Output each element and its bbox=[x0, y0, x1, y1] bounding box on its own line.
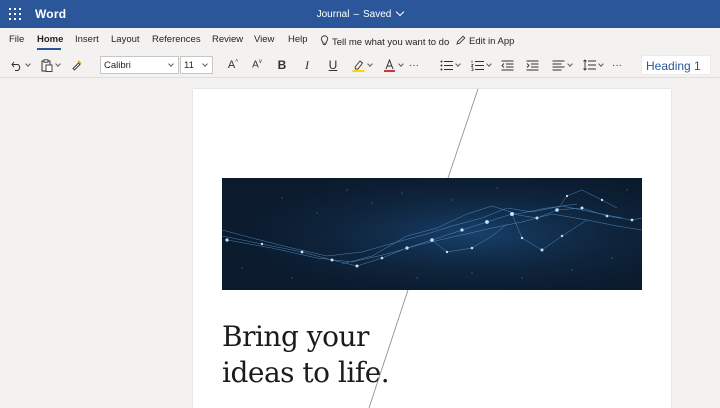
undo-button[interactable] bbox=[8, 56, 32, 74]
tell-me-label: Tell me what you want to do bbox=[332, 37, 450, 48]
tab-references[interactable]: References bbox=[152, 34, 201, 45]
format-painter-icon bbox=[72, 60, 82, 71]
line-spacing-button[interactable] bbox=[580, 56, 606, 74]
highlighter-icon bbox=[352, 59, 365, 72]
save-status: Saved bbox=[363, 9, 392, 20]
menu-bar: File Home Insert Layout References Revie… bbox=[0, 28, 720, 52]
format-painter-button[interactable] bbox=[68, 56, 86, 74]
font-name-value: Calibri bbox=[104, 59, 131, 71]
more-paragraph-options-button[interactable]: ··· bbox=[609, 56, 625, 74]
document-name: Journal bbox=[316, 9, 350, 20]
edit-in-app-label: Edit in App bbox=[469, 36, 515, 47]
ribbon-toolbar: Calibri 11 A^ Av B I U ··· ··· bbox=[0, 52, 720, 78]
chevron-down-icon bbox=[202, 61, 208, 67]
font-name-dropdown[interactable]: Calibri bbox=[100, 56, 179, 74]
decrease-indent-icon bbox=[500, 60, 513, 70]
font-color-icon bbox=[384, 58, 395, 72]
tab-view[interactable]: View bbox=[254, 34, 274, 45]
more-font-options-button[interactable]: ··· bbox=[406, 56, 422, 74]
bold-button[interactable]: B bbox=[274, 56, 290, 74]
chevron-down-icon bbox=[367, 61, 373, 67]
font-size-value: 11 bbox=[184, 59, 194, 71]
increase-indent-icon bbox=[526, 60, 538, 70]
numbering-button[interactable] bbox=[468, 56, 494, 74]
style-gallery-heading-1[interactable]: Heading 1 bbox=[641, 55, 711, 75]
tab-insert[interactable]: Insert bbox=[75, 34, 99, 45]
chevron-down-icon bbox=[24, 61, 31, 67]
headline-line-2: ideas to life. bbox=[222, 356, 390, 389]
font-color-button[interactable] bbox=[380, 56, 406, 74]
italic-button[interactable]: I bbox=[299, 56, 315, 74]
font-size-dropdown[interactable]: 11 bbox=[180, 56, 213, 74]
tab-layout[interactable]: Layout bbox=[111, 34, 140, 45]
bullet-list-icon bbox=[440, 60, 453, 70]
network-graphic bbox=[222, 178, 642, 290]
tell-me-search[interactable]: Tell me what you want to do bbox=[320, 34, 449, 48]
title-bar: Word Journal – Saved bbox=[0, 0, 720, 28]
chevron-down-icon bbox=[396, 7, 405, 17]
document-title[interactable]: Journal – Saved bbox=[0, 7, 720, 20]
bullets-button[interactable] bbox=[437, 56, 463, 74]
lightbulb-icon bbox=[320, 35, 329, 46]
chevron-down-icon bbox=[598, 61, 604, 67]
underline-button[interactable]: U bbox=[325, 56, 341, 74]
undo-icon bbox=[10, 61, 20, 71]
numbered-list-icon bbox=[471, 60, 484, 71]
chevron-down-icon bbox=[567, 61, 573, 67]
shrink-font-button[interactable]: Av bbox=[248, 56, 266, 74]
align-left-icon bbox=[552, 60, 565, 70]
document-page[interactable]: Bring your ideas to life. bbox=[193, 89, 671, 408]
tab-home[interactable]: Home bbox=[37, 34, 63, 45]
clipboard-icon bbox=[41, 58, 52, 72]
document-headline[interactable]: Bring your ideas to life. bbox=[222, 319, 390, 391]
chevron-down-icon bbox=[168, 61, 174, 67]
edit-in-app-button[interactable]: Edit in App bbox=[456, 34, 514, 47]
increase-indent-button[interactable] bbox=[524, 56, 540, 74]
highlight-button[interactable] bbox=[349, 56, 375, 74]
active-tab-indicator bbox=[37, 48, 61, 50]
tab-file[interactable]: File bbox=[9, 34, 24, 45]
align-button[interactable] bbox=[549, 56, 575, 74]
grow-font-icon: A^ bbox=[227, 59, 239, 71]
tab-help[interactable]: Help bbox=[288, 34, 308, 45]
pencil-icon bbox=[456, 35, 466, 45]
shrink-font-icon: Av bbox=[252, 59, 262, 71]
chevron-down-icon bbox=[54, 61, 61, 67]
tab-review[interactable]: Review bbox=[212, 34, 243, 45]
chevron-down-icon bbox=[486, 61, 492, 67]
chevron-down-icon bbox=[455, 61, 461, 67]
line-spacing-icon bbox=[583, 59, 596, 71]
decrease-indent-button[interactable] bbox=[499, 56, 515, 74]
grow-font-button[interactable]: A^ bbox=[224, 56, 242, 74]
chevron-down-icon bbox=[398, 61, 404, 67]
hero-network-image bbox=[222, 178, 642, 290]
paste-button[interactable] bbox=[37, 56, 63, 74]
headline-line-1: Bring your bbox=[222, 320, 369, 353]
